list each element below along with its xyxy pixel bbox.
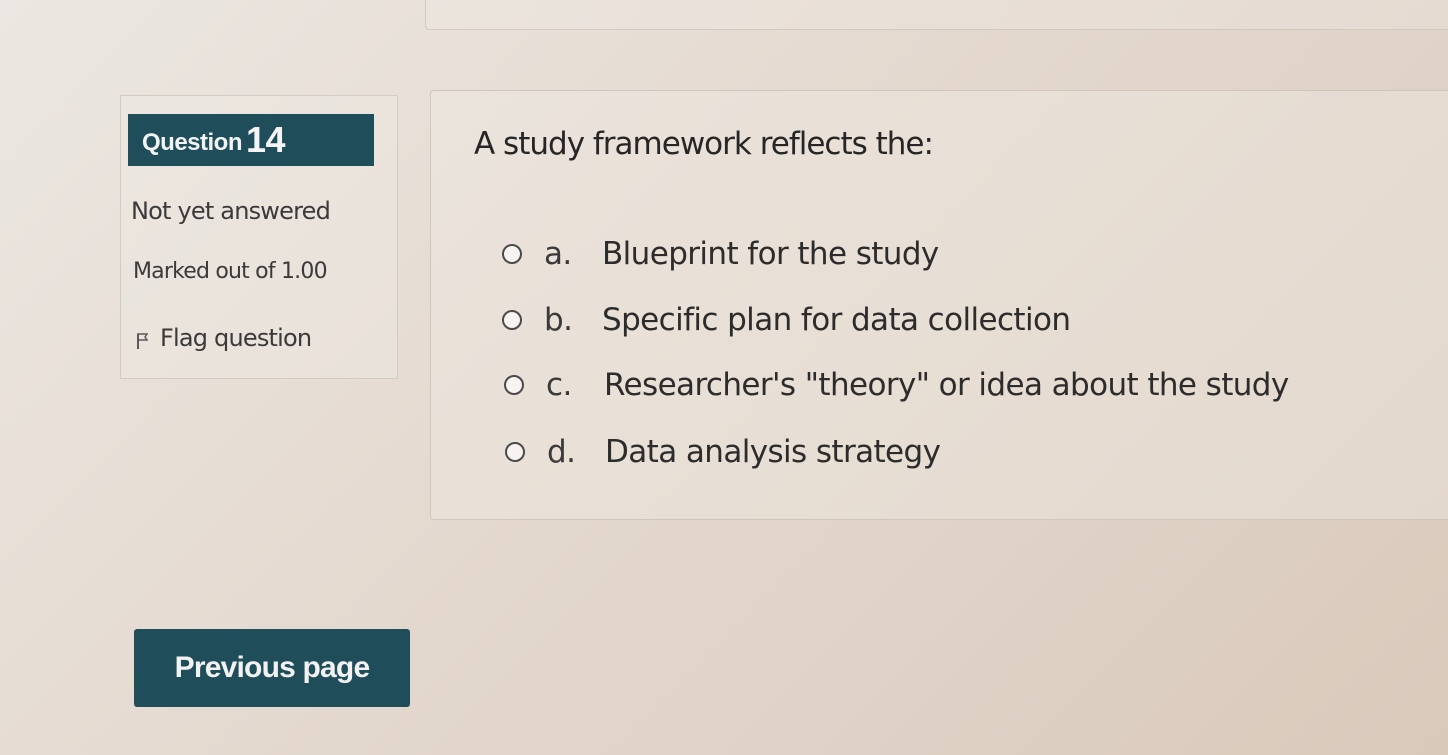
flag-question-label: Flag question	[160, 324, 312, 352]
answer-option-d[interactable]: d. Data analysis strategy	[505, 434, 941, 470]
previous-page-button[interactable]: Previous page	[134, 629, 410, 707]
answer-option-a[interactable]: a. Blueprint for the study	[502, 236, 939, 272]
question-label: Question	[142, 129, 243, 156]
option-letter: d.	[547, 434, 576, 470]
option-text: Specific plan for data collection	[602, 302, 1071, 338]
option-text: Data analysis strategy	[605, 434, 941, 470]
previous-content-panel	[425, 0, 1448, 30]
question-grade: Marked out of 1.00	[133, 259, 328, 284]
question-number: 14	[246, 119, 286, 160]
radio-button-b[interactable]	[502, 310, 522, 330]
answer-option-b[interactable]: b. Specific plan for data collection	[502, 302, 1071, 338]
option-text: Researcher's "theory" or idea about the …	[604, 367, 1289, 403]
radio-button-c[interactable]	[504, 375, 524, 395]
flag-icon	[137, 333, 148, 349]
option-letter: c.	[546, 367, 572, 403]
radio-button-d[interactable]	[505, 442, 525, 462]
flag-question-link[interactable]: Flag question	[136, 324, 312, 352]
question-text: A study framework reflects the:	[474, 126, 934, 162]
option-letter: a.	[544, 236, 572, 272]
option-letter: b.	[544, 302, 573, 338]
answer-option-c[interactable]: c. Researcher's "theory" or idea about t…	[504, 367, 1289, 403]
question-number-badge: Question 14	[128, 114, 374, 166]
option-text: Blueprint for the study	[602, 236, 939, 272]
question-state: Not yet answered	[131, 197, 331, 225]
radio-button-a[interactable]	[502, 244, 522, 264]
